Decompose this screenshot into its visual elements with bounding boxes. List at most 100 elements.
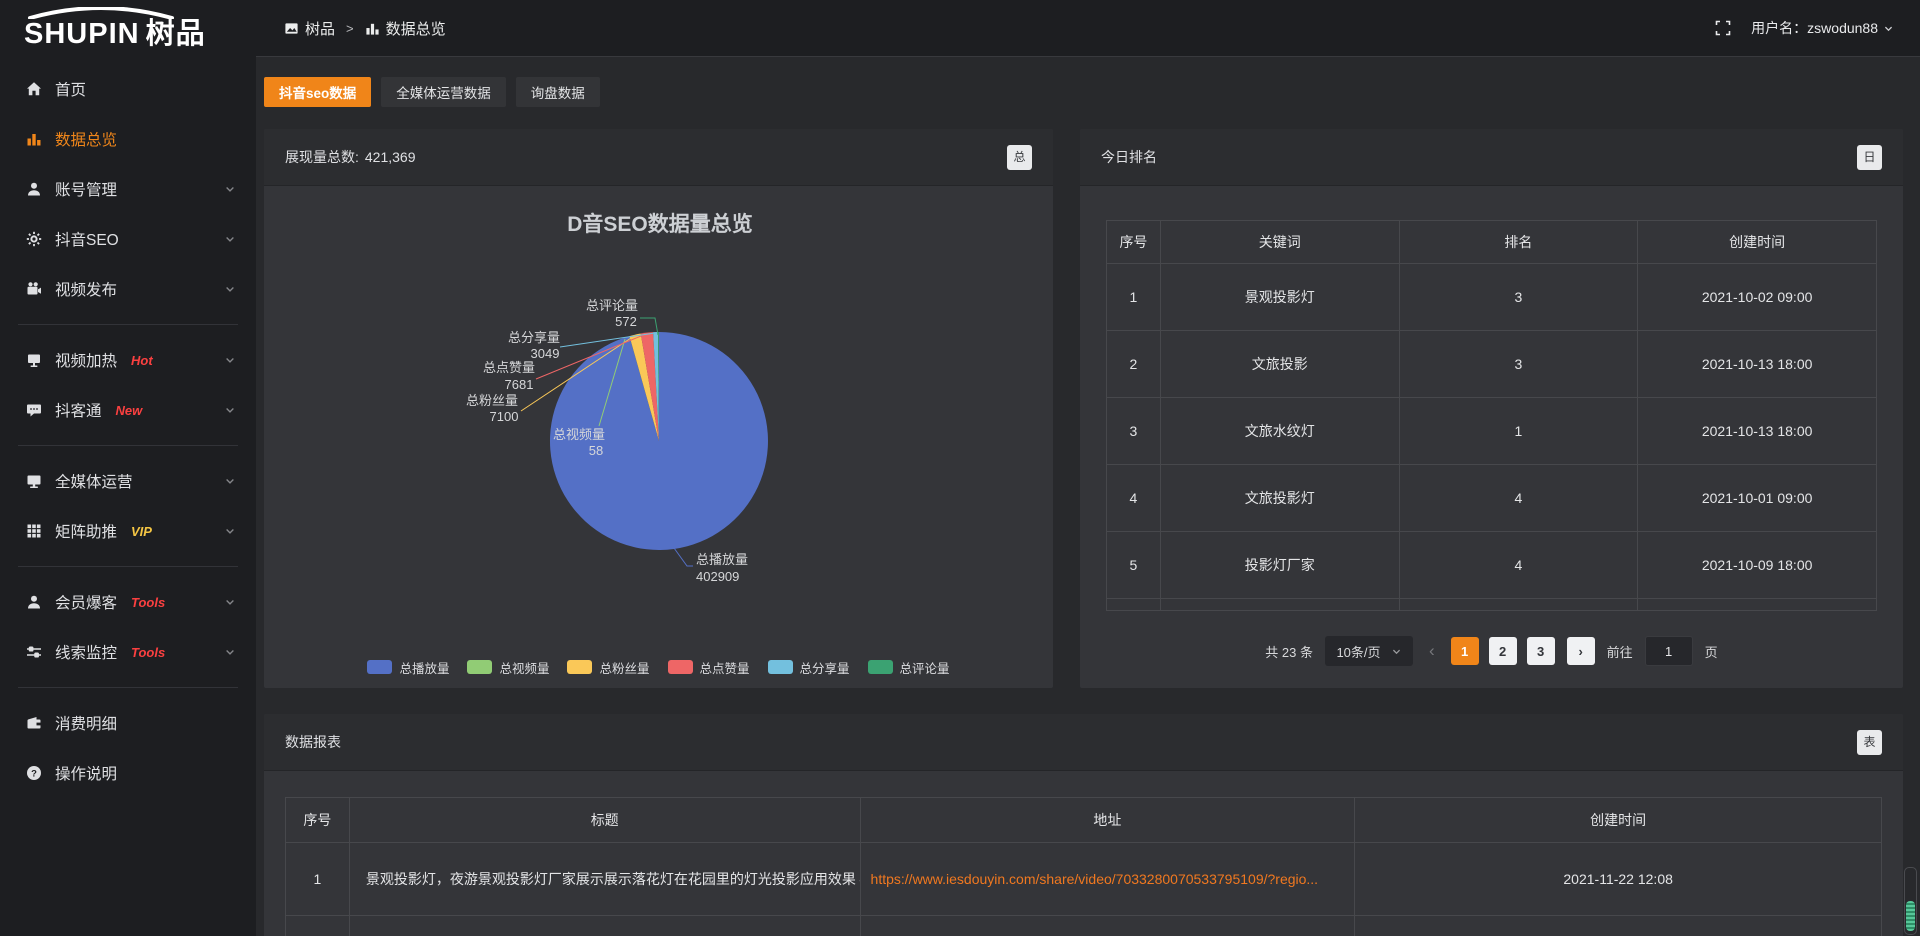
table-view-button[interactable]: 表 — [1857, 730, 1882, 755]
sidebar-item-11[interactable]: 消费明细 — [0, 698, 256, 748]
report-column-header: 地址 — [860, 798, 1355, 843]
sidebar-item-9[interactable]: 会员爆客Tools — [0, 577, 256, 627]
goto-page-input[interactable] — [1645, 636, 1693, 666]
main-content: 抖音seo数据全媒体运营数据询盘数据 展现量总数: 421,369 总 D音SE… — [256, 56, 1920, 936]
report-table-row: 1景观投影灯，夜游景观投影灯厂家展示展示落花灯在花园里的灯光投影应用效果 #ht… — [286, 843, 1882, 916]
user-icon — [26, 594, 42, 610]
fullscreen-icon[interactable] — [1715, 20, 1731, 36]
breadcrumb-item-current[interactable]: 数据总览 — [365, 18, 446, 39]
report-url-cell: https://www.iesdouyin.com/share/video/70… — [860, 843, 1355, 916]
report-panel-header: 数据报表 表 — [264, 714, 1903, 771]
sidebar-item-badge: Hot — [131, 353, 153, 368]
overview-panel-header: 展现量总数: 421,369 总 — [264, 129, 1053, 186]
logo-text-cn: 树品 — [146, 18, 206, 50]
ranking-column-header: 创建时间 — [1638, 221, 1877, 264]
grid-icon — [26, 523, 42, 539]
sidebar-item-label: 全媒体运营 — [55, 470, 133, 492]
sidebar-item-0[interactable]: 首页 — [0, 64, 256, 114]
legend-item[interactable]: 总粉丝量 — [567, 658, 649, 677]
legend-item[interactable]: 总评论量 — [868, 658, 950, 677]
pie-label-value: 58 — [589, 443, 603, 458]
sidebar-item-label: 会员爆客 — [55, 591, 117, 613]
tab-2[interactable]: 询盘数据 — [516, 77, 600, 107]
pie-label-name: 总播放量 — [696, 552, 748, 567]
sidebar-item-6[interactable]: 抖客通New — [0, 385, 256, 435]
sidebar-item-label: 视频加热 — [55, 349, 117, 371]
question-icon: ? — [26, 765, 42, 781]
chevron-down-icon — [1883, 23, 1894, 34]
sidebar-item-1[interactable]: 数据总览 — [0, 114, 256, 164]
next-page-button[interactable]: › — [1567, 637, 1595, 665]
breadcrumb-item-home[interactable]: 树品 — [284, 18, 335, 39]
gear-icon — [26, 231, 42, 247]
page-button-1[interactable]: 1 — [1451, 637, 1479, 665]
tab-1[interactable]: 全媒体运营数据 — [381, 77, 506, 107]
sidebar-item-2[interactable]: 账号管理 — [0, 164, 256, 214]
page-button-3[interactable]: 3 — [1527, 637, 1555, 665]
sidebar-item-label: 视频发布 — [55, 278, 117, 300]
sidebar-item-7[interactable]: 全媒体运营 — [0, 456, 256, 506]
pie-label-name: 总粉丝量 — [466, 393, 518, 408]
scrollbar-thumb[interactable] — [1906, 901, 1915, 931]
sidebar-item-12[interactable]: ? 操作说明 — [0, 748, 256, 798]
total-view-button[interactable]: 总 — [1007, 145, 1032, 170]
sidebar-item-8[interactable]: 矩阵助推VIP — [0, 506, 256, 556]
goto-label: 前往 — [1607, 642, 1633, 661]
impressions-total-label: 展现量总数: — [285, 147, 359, 167]
chevron-down-icon — [224, 354, 236, 366]
sidebar: 首页数据总览账号管理抖音SEO 视频发布视频加热 Hot 抖客通New 全媒体运营矩阵助… — [0, 56, 256, 936]
ranking-column-header: 序号 — [1107, 221, 1161, 264]
sidebar-item-3[interactable]: 抖音SEO — [0, 214, 256, 264]
legend-swatch — [367, 660, 392, 674]
legend-item[interactable]: 总分享量 — [768, 658, 850, 677]
logo-text-en: SHUPIN — [24, 18, 140, 50]
legend-item[interactable]: 总视频量 — [467, 658, 549, 677]
image-icon — [284, 21, 299, 36]
scrollbar[interactable] — [1904, 867, 1917, 935]
video-link[interactable]: https://www.iesdouyin.com/share/video/70… — [871, 871, 1319, 887]
page-size-select[interactable]: 10条/页 — [1325, 636, 1413, 666]
report-panel-title: 数据报表 — [285, 732, 341, 752]
sidebar-item-label: 账号管理 — [55, 178, 117, 200]
tab-0[interactable]: 抖音seo数据 — [264, 77, 371, 107]
pie-label-value: 7681 — [505, 377, 534, 392]
legend-item[interactable]: 总点赞量 — [668, 658, 750, 677]
pie-label-value: 3049 — [531, 346, 560, 361]
pagination: 共 23 条 10条/页 ‹ 123 › 前往 页 — [1106, 636, 1877, 670]
day-view-button[interactable]: 日 — [1857, 145, 1882, 170]
chevron-down-icon — [224, 283, 236, 295]
chevron-down-icon — [224, 525, 236, 537]
prev-page-button[interactable]: ‹ — [1425, 641, 1439, 661]
bar-chart-icon — [365, 21, 380, 36]
legend-item[interactable]: 总播放量 — [367, 658, 449, 677]
ranking-column-header: 排名 — [1399, 221, 1638, 264]
report-panel: 数据报表 表 序号标题地址创建时间 1景观投影灯，夜游景观投影灯厂家展示展示落花… — [264, 714, 1903, 936]
ranking-panel-header: 今日排名 日 — [1080, 129, 1903, 186]
sidebar-item-label: 矩阵助推 — [55, 520, 117, 542]
chevron-down-icon — [224, 183, 236, 195]
ranking-table-row: 5投影灯厂家42021-10-09 18:00 — [1107, 532, 1877, 599]
clipped-row — [1107, 599, 1877, 611]
page-button-2[interactable]: 2 — [1489, 637, 1517, 665]
ranking-table-row: 4文旅投影灯42021-10-01 09:00 — [1107, 465, 1877, 532]
breadcrumb: 树品 > 数据总览 — [284, 18, 446, 39]
report-time-cell: 2021-11-22 12:08 — [1355, 843, 1882, 916]
app-root: SHUPIN树品 树品 > 数据总览 用户名：zswodun88 首页数据总览 — [0, 0, 1920, 936]
home-icon — [26, 81, 42, 97]
chevron-down-icon — [224, 596, 236, 608]
sidebar-item-label: 线索监控 — [55, 641, 117, 663]
pie-label-value: 572 — [615, 314, 637, 329]
user-menu[interactable]: 用户名：zswodun88 — [1751, 18, 1894, 38]
monitor-icon — [26, 473, 42, 489]
report-column-header: 序号 — [286, 798, 350, 843]
sidebar-item-4[interactable]: 视频发布 — [0, 264, 256, 314]
pie-label-name: 总分享量 — [508, 330, 560, 345]
chart-icon — [26, 131, 42, 147]
sidebar-menu: 首页数据总览账号管理抖音SEO 视频发布视频加热 Hot 抖客通New 全媒体运营矩阵助… — [0, 64, 256, 798]
username-label: 用户名：zswodun88 — [1751, 18, 1878, 38]
video-icon — [26, 281, 42, 297]
sidebar-item-label: 操作说明 — [55, 762, 117, 784]
sidebar-item-10[interactable]: 线索监控Tools — [0, 627, 256, 677]
sidebar-divider — [18, 566, 238, 567]
sidebar-item-5[interactable]: 视频加热 Hot — [0, 335, 256, 385]
